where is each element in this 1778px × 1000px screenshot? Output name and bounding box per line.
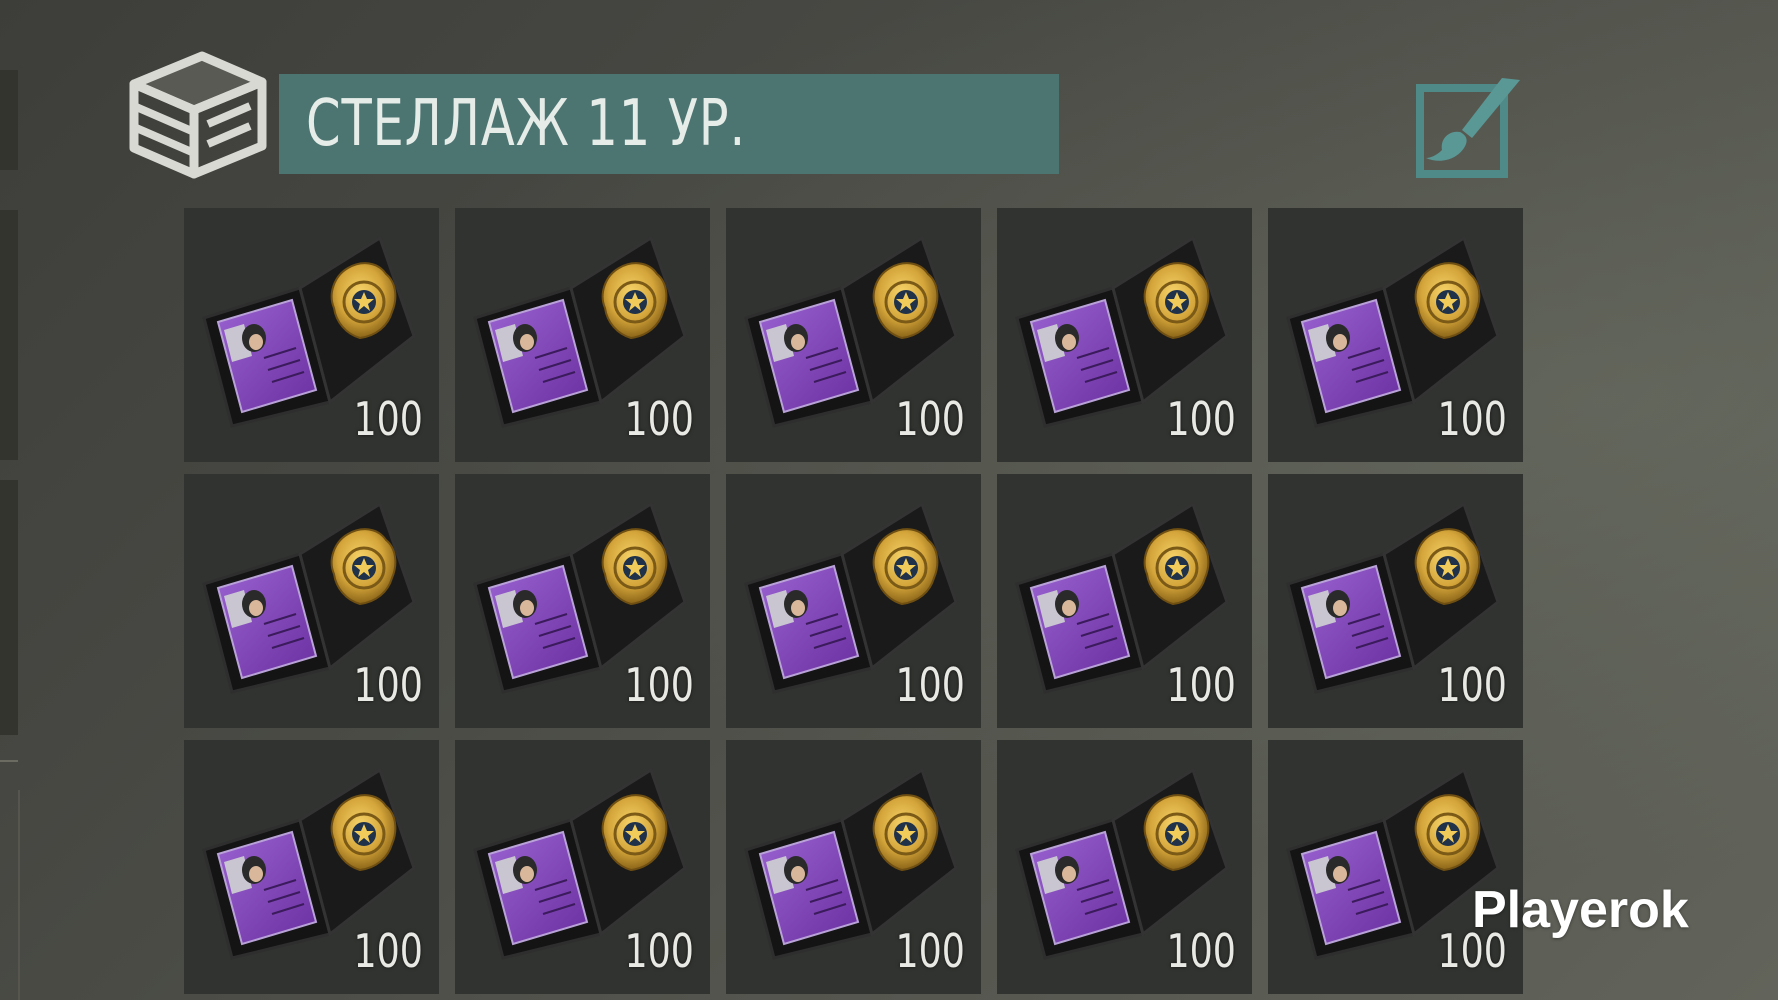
item-quantity: 100: [895, 392, 965, 446]
storage-box-icon: [129, 51, 267, 179]
inventory-slot[interactable]: 100: [726, 208, 981, 462]
item-quantity: 100: [624, 658, 694, 712]
inventory-slot[interactable]: 100: [455, 474, 710, 728]
left-panel-edge: [0, 210, 18, 460]
container-header: СТЕЛЛАЖ 11 УР.: [124, 46, 1524, 186]
container-title: СТЕЛЛАЖ 11 УР.: [306, 87, 747, 161]
inventory-slot[interactable]: 100: [184, 740, 439, 994]
inventory-grid: 100 100 100 100 100 100 100 100 100 100 …: [184, 208, 1523, 994]
inventory-slot[interactable]: 100: [997, 474, 1252, 728]
item-quantity: 100: [895, 658, 965, 712]
watermark: Playerok: [1472, 881, 1689, 939]
inventory-slot[interactable]: 100: [997, 208, 1252, 462]
container-title-bar: СТЕЛЛАЖ 11 УР.: [279, 74, 1059, 174]
paint-brush-edit-icon: [1416, 78, 1520, 178]
left-panel-edge: [0, 70, 18, 170]
inventory-slot[interactable]: 100: [997, 740, 1252, 994]
inventory-slot[interactable]: 100: [184, 208, 439, 462]
inventory-slot[interactable]: 100: [1268, 208, 1523, 462]
left-panel-edge: [0, 790, 20, 1000]
inventory-slot[interactable]: 100: [184, 474, 439, 728]
inventory-slot[interactable]: 100: [726, 474, 981, 728]
customize-button[interactable]: [1416, 78, 1520, 180]
item-quantity: 100: [1166, 392, 1236, 446]
inventory-slot[interactable]: 100: [1268, 474, 1523, 728]
inventory-slot[interactable]: 100: [455, 208, 710, 462]
item-quantity: 100: [353, 658, 423, 712]
inventory-slot[interactable]: 100: [455, 740, 710, 994]
inventory-slot[interactable]: 100: [1268, 740, 1523, 994]
item-quantity: 100: [624, 924, 694, 978]
left-panel-edge: [0, 480, 18, 735]
inventory-slot[interactable]: 100: [726, 740, 981, 994]
item-quantity: 100: [1437, 392, 1507, 446]
item-quantity: 100: [624, 392, 694, 446]
left-panel-divider: [0, 760, 18, 762]
item-quantity: 100: [895, 924, 965, 978]
item-quantity: 100: [353, 924, 423, 978]
item-quantity: 100: [1166, 658, 1236, 712]
item-quantity: 100: [353, 392, 423, 446]
item-quantity: 100: [1166, 924, 1236, 978]
item-quantity: 100: [1437, 658, 1507, 712]
